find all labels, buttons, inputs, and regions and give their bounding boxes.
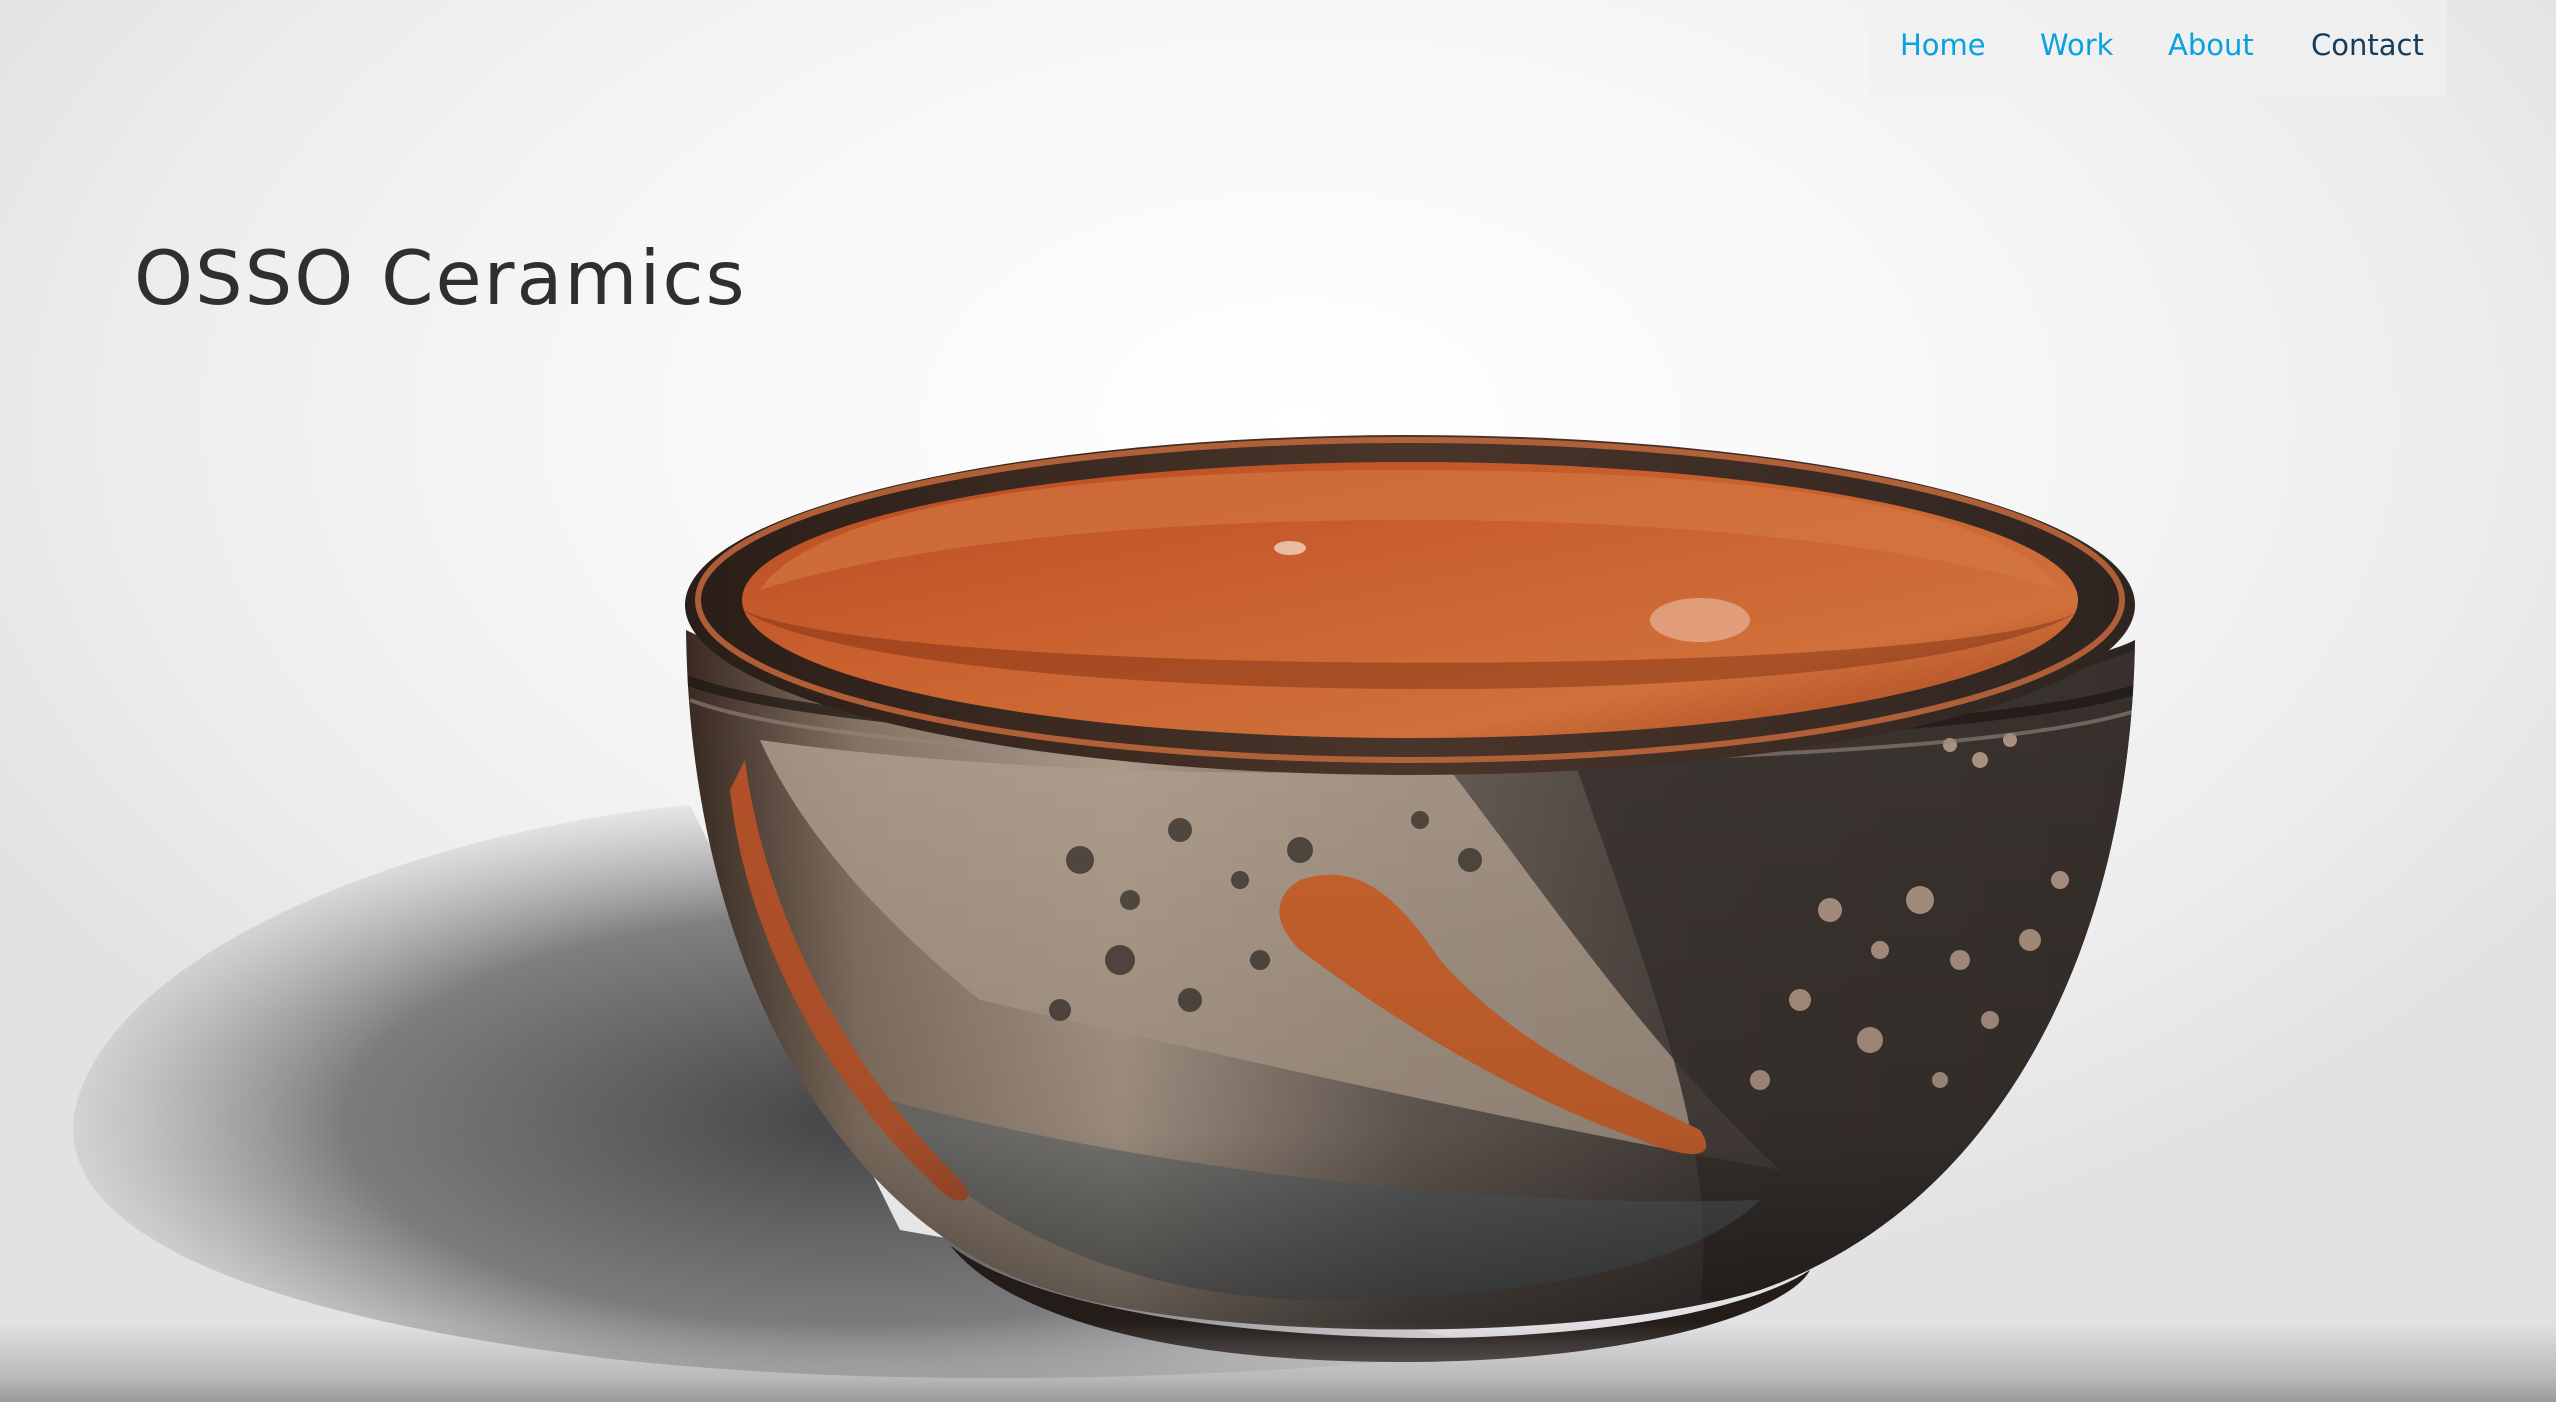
main-nav: Home Work About Contact [1870,0,2446,95]
nav-contact-link[interactable]: Contact [2311,24,2424,66]
site-title: OSSO Ceramics [134,234,747,322]
nav-about-link[interactable]: About [2168,24,2254,66]
bottom-gradient [0,1322,2556,1402]
hero-section: Home Work About Contact OSSO Ceramics [0,0,2556,1402]
nav-work-link[interactable]: Work [2040,24,2113,66]
nav-home-link[interactable]: Home [1900,24,1986,66]
hero-bowl-image [73,435,2135,1379]
